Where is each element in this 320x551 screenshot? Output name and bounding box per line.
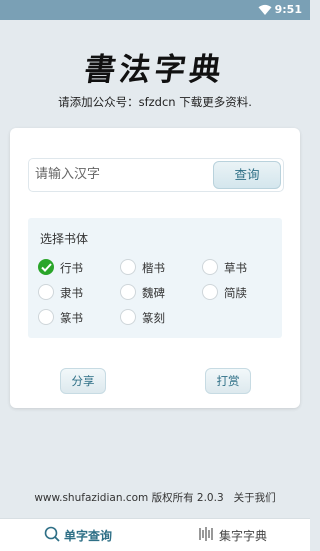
tab-collect-char-dict[interactable]: 集字字典 <box>155 519 310 551</box>
reward-button[interactable]: 打赏 <box>205 368 251 394</box>
main-card: 查询 选择书体 行书 楷书 草书 隶书 魏碑 简牍 <box>10 128 300 408</box>
tab-single-char-search[interactable]: 单字查询 <box>0 519 155 551</box>
search-icon <box>44 526 60 542</box>
share-button[interactable]: 分享 <box>60 368 106 394</box>
barcode-icon <box>199 527 213 541</box>
wifi-icon <box>258 4 272 15</box>
query-button[interactable]: 查询 <box>213 161 281 189</box>
radio-icon[interactable] <box>202 259 218 275</box>
tab-label: 单字查询 <box>64 529 113 543</box>
font-option-label: 篆书 <box>60 311 83 325</box>
about-link[interactable]: 关于我们 <box>234 492 276 504</box>
radio-icon[interactable] <box>120 309 136 325</box>
radio-icon[interactable] <box>38 284 54 300</box>
checked-radio-icon[interactable] <box>38 259 54 275</box>
search-input[interactable] <box>29 159 221 189</box>
radio-icon[interactable] <box>120 284 136 300</box>
copyright-text: www.shufazidian.com 版权所有 2.0.3 <box>34 492 224 504</box>
font-option-label: 楷书 <box>142 261 165 275</box>
font-option-label: 隶书 <box>60 286 83 300</box>
font-option-label: 简牍 <box>224 286 247 300</box>
font-option-label: 行书 <box>60 261 83 275</box>
status-bar: 9:51 <box>0 0 310 20</box>
font-style-title: 选择书体 <box>40 232 89 246</box>
footer: www.shufazidian.com 版权所有 2.0.3 关于我们 <box>0 490 310 505</box>
radio-icon[interactable] <box>38 309 54 325</box>
radio-icon[interactable] <box>202 284 218 300</box>
font-option-label: 魏碑 <box>142 286 165 300</box>
search-bar: 查询 <box>28 158 284 192</box>
radio-icon[interactable] <box>120 259 136 275</box>
tab-label: 集字字典 <box>219 529 268 543</box>
bottom-tab-bar: 单字查询 集字字典 <box>0 518 310 551</box>
subtitle: 请添加公众号：sfzdcn 下载更多资料. <box>58 95 252 109</box>
app-title: 書法字典 <box>81 52 228 88</box>
font-option-label: 篆刻 <box>142 311 165 325</box>
font-option-label: 草书 <box>224 261 247 275</box>
font-style-panel: 选择书体 行书 楷书 草书 隶书 魏碑 简牍 篆书 篆刻 <box>28 218 282 338</box>
status-time: 9:51 <box>274 3 302 16</box>
